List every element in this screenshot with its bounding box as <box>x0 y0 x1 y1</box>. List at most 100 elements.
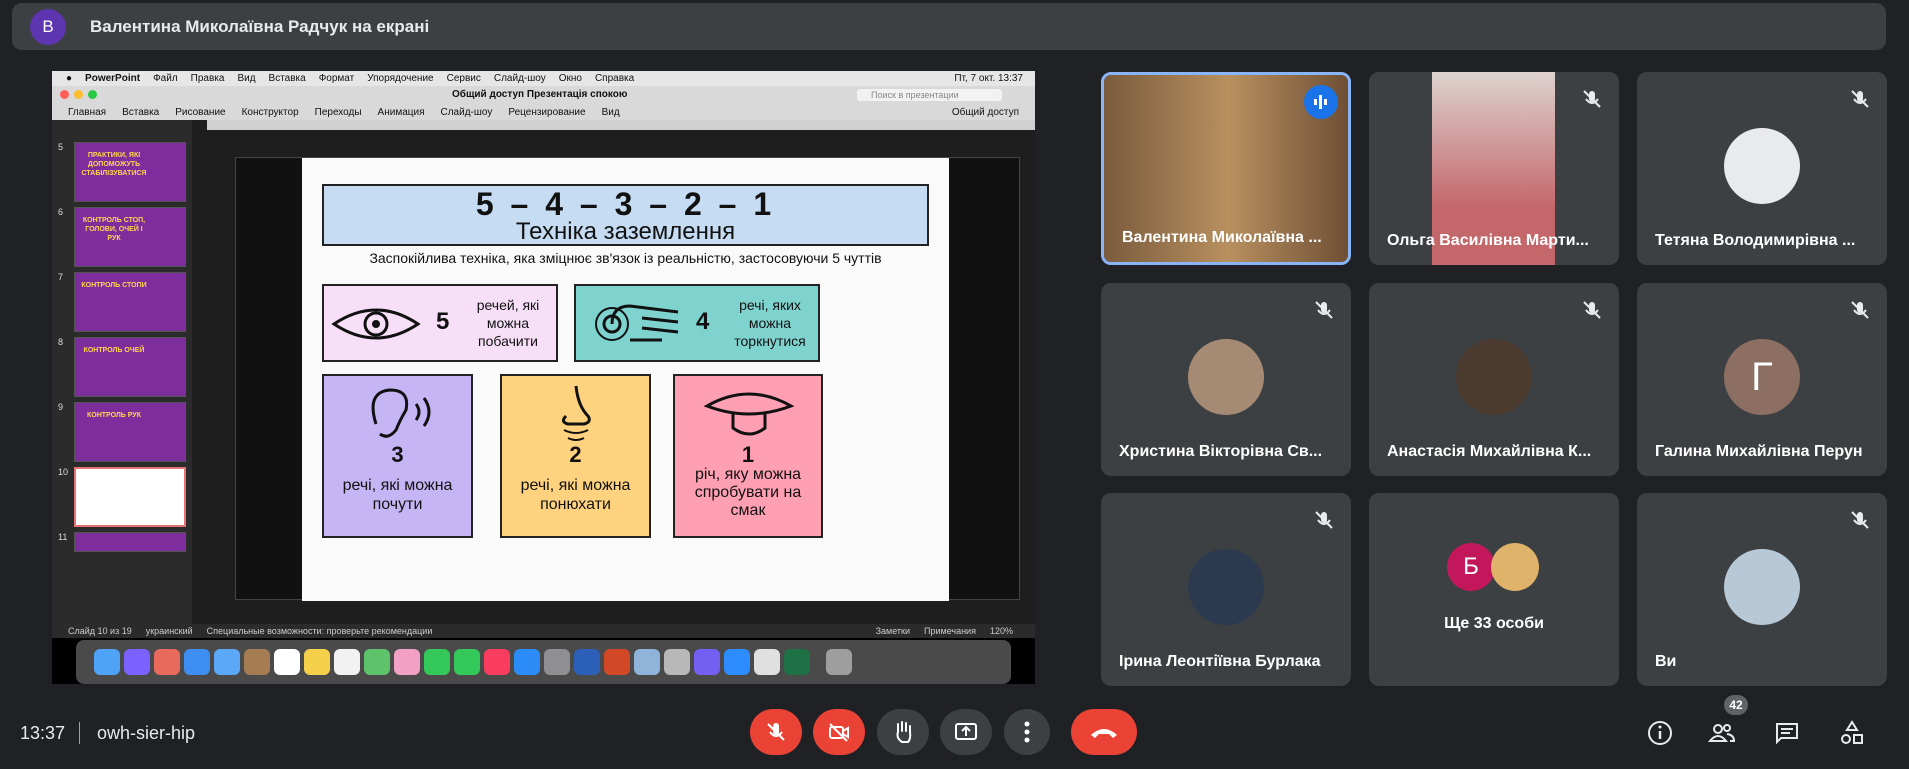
activities-button[interactable] <box>1836 717 1868 749</box>
word-icon <box>574 649 600 675</box>
ribbon-tab: Рецензирование <box>508 106 586 118</box>
participant-name: Христина Вікторівна Св... <box>1119 443 1323 460</box>
thumb-label: ПРАКТИКИ, ЯКІ ДОПОМОЖУТЬ СТАБІЛІЗУВАТИСЯ <box>81 152 147 177</box>
slide-subtitle: Заспокійлива техніка, яка зміцнює зв'язо… <box>369 250 882 266</box>
thumb-num: 9 <box>58 402 64 412</box>
participant-name: Ви <box>1655 653 1677 670</box>
mic-toggle-button[interactable] <box>750 709 802 755</box>
thumb-label: КОНТРОЛЬ СТОПИ <box>81 282 147 289</box>
presenter-avatar: В <box>30 8 66 45</box>
avatar <box>1724 549 1800 625</box>
participant-tile[interactable]: Ольга Василівна Марти... <box>1369 72 1619 265</box>
card-text: речей, які можна побачити <box>476 297 540 349</box>
ribbon-tab: Главная <box>68 106 107 118</box>
settings-icon <box>544 649 570 675</box>
card-touch: 4 речі, яких можна торкнутися <box>574 284 820 362</box>
avatar <box>1456 339 1532 415</box>
slide-thumbnails: 5 ПРАКТИКИ, ЯКІ ДОПОМОЖУТЬ СТАБІЛІЗУВАТИ… <box>52 120 192 624</box>
menu-item: Формат <box>318 73 355 84</box>
slide-thumb: КОНТРОЛЬ ОЧЕЙ <box>74 337 186 397</box>
presenter-title: Валентина Миколаївна Радчук на екрані <box>90 16 430 36</box>
mac-menu-bar: ● PowerPoint Файл Правка Вид Вставка Фор… <box>52 71 1035 86</box>
slide-title: Техніка заземлення <box>515 218 736 245</box>
mic-off-icon <box>767 723 785 741</box>
mic-off-icon <box>1307 503 1341 537</box>
more-participants-tile[interactable]: Б Ще 33 особи <box>1369 493 1619 686</box>
maps-icon <box>364 649 390 675</box>
ribbon-tab: Конструктор <box>241 106 299 118</box>
ribbon-tab: Вставка <box>122 106 160 118</box>
hand-icon <box>896 721 912 743</box>
window-title: Общий доступ Презентація спокою <box>452 89 628 100</box>
participant-name: Валентина Миколаївна ... <box>1122 229 1322 246</box>
participant-tile[interactable]: Г Галина Михайлівна Перун <box>1637 283 1887 476</box>
participant-name: Тетяна Володимирівна ... <box>1655 232 1856 249</box>
camera-toggle-button[interactable] <box>813 709 865 755</box>
leave-call-button[interactable] <box>1071 709 1137 755</box>
participant-tile[interactable]: Ірина Леонтіївна Бурлака <box>1101 493 1351 686</box>
card-num: 1 <box>741 442 755 467</box>
raise-hand-button[interactable] <box>877 709 929 755</box>
comments-label: Примечания <box>924 626 976 636</box>
card-num: 2 <box>569 442 582 467</box>
ppt-statusbar: Слайд 10 из 19 украинский Специальные во… <box>52 624 1035 638</box>
menu-app: PowerPoint <box>85 73 141 84</box>
reminders-icon <box>334 649 360 675</box>
thumb-label: КОНТРОЛЬ СТОП, ГОЛОВИ, ОЧЕЙ І РУК <box>82 217 146 242</box>
notes-label: Заметки <box>875 626 910 636</box>
slide-page: 5 – 4 – 3 – 2 – 1 Техніка заземлення Зас… <box>302 158 949 601</box>
participant-tile[interactable]: Христина Вікторівна Св... <box>1101 283 1351 476</box>
meeting-info-button[interactable] <box>1644 717 1676 749</box>
current-slide: 5 – 4 – 3 – 2 – 1 Техніка заземлення Зас… <box>235 157 1020 601</box>
downloads-icon <box>664 649 690 675</box>
people-count-badge: 42 <box>1724 695 1748 715</box>
speaking-icon <box>1304 85 1338 119</box>
more-options-button[interactable] <box>1004 709 1050 755</box>
self-tile[interactable]: Ви <box>1637 493 1887 686</box>
ribbon-tab: Переходы <box>314 106 362 118</box>
contacts-icon <box>244 649 270 675</box>
menu-item: Слайд-шоу <box>493 73 546 84</box>
card-text: речі, які можна понюхати <box>520 477 631 513</box>
eye-icon <box>331 308 421 340</box>
participant-tile[interactable]: Анастасія Михайлівна К... <box>1369 283 1619 476</box>
preview-icon <box>634 649 660 675</box>
people-icon <box>1708 724 1736 742</box>
chat-icon <box>1776 723 1798 745</box>
ribbon-tab: Рисование <box>175 106 226 118</box>
present-screen-button[interactable] <box>940 709 992 755</box>
card-text: речі, які можна почути <box>342 477 453 513</box>
thumb-num: 10 <box>58 467 69 477</box>
more-vert-icon <box>1024 721 1030 743</box>
thumb-num: 8 <box>58 337 64 347</box>
thumb-label: КОНТРОЛЬ РУК <box>87 412 141 419</box>
mic-off-icon <box>1843 82 1877 116</box>
calendar-icon <box>274 649 300 675</box>
participant-tile[interactable]: Валентина Миколаївна ... <box>1101 72 1351 265</box>
people-button[interactable] <box>1706 717 1738 749</box>
menu-item: Вставка <box>268 73 306 84</box>
textedit-icon <box>754 649 780 675</box>
ppt-ribbon: Главная Вставка Рисование Конструктор Пе… <box>52 104 1035 120</box>
slide-thumb: ПРАКТИКИ, ЯКІ ДОПОМОЖУТЬ СТАБІЛІЗУВАТИСЯ <box>74 142 186 202</box>
photos-icon <box>394 649 420 675</box>
menu-item: Упорядочение <box>367 73 434 84</box>
card-num: 3 <box>391 442 404 467</box>
slide-thumb: КОНТРОЛЬ СТОПИ <box>74 272 186 332</box>
chat-button[interactable] <box>1771 717 1803 749</box>
meeting-time: 13:37 <box>20 723 66 743</box>
menu-item: Файл <box>153 73 178 84</box>
present-icon <box>955 723 977 740</box>
mouth-icon <box>703 392 795 436</box>
menu-item: Справка <box>594 73 635 84</box>
siri-icon <box>124 649 150 675</box>
shared-screen[interactable]: ● PowerPoint Файл Правка Вид Вставка Фор… <box>52 71 1035 684</box>
launchpad-icon <box>154 649 180 675</box>
slide-thumb-selected <box>74 467 186 527</box>
zoom-icon <box>724 649 750 675</box>
participant-tile[interactable]: Тетяна Володимирівна ... <box>1637 72 1887 265</box>
thumb-num: 11 <box>58 532 68 542</box>
music-icon <box>484 649 510 675</box>
slide-counter: Слайд 10 из 19 <box>68 626 132 636</box>
ribbon-tab: Вид <box>601 106 620 118</box>
